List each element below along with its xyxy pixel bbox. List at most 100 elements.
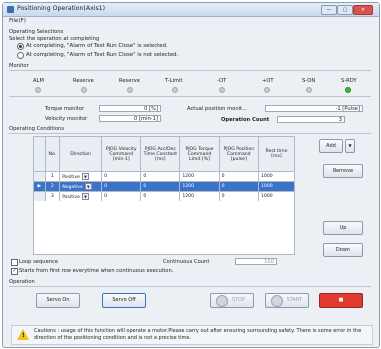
col-torque-header: PJOG Torque Command Limit [%] (179, 136, 220, 172)
signal-tlimit-led (172, 87, 178, 93)
menu-file[interactable]: File(F) (9, 18, 26, 24)
cell-no: 3 (44, 191, 61, 202)
cell-no: 2 (44, 181, 61, 192)
cell-rest[interactable]: 1000 (257, 191, 296, 202)
signal-reserve2-led (127, 87, 133, 93)
minimize-button[interactable]: — (321, 5, 337, 15)
signal-reserve2-label: Reserve (119, 78, 140, 84)
col-rest-header: Rest time [ms] (257, 136, 296, 172)
title-bar: Positioning Operation(Axis1) — ▢ ✕ (3, 3, 379, 17)
table-row[interactable]: ▶ 2 Negative ▼ 0 0 1200 0 1000 (33, 181, 296, 192)
cell-torque[interactable]: 1200 (179, 191, 220, 202)
monitor-divider (9, 70, 371, 71)
cell-rest[interactable]: 1000 (257, 181, 296, 192)
close-button[interactable]: ✕ (353, 5, 373, 15)
table-empty-area (33, 201, 295, 255)
monitor-divider-bottom (9, 96, 371, 97)
cell-rest[interactable]: 1000 (257, 171, 296, 182)
loop-sequence-checkbox[interactable] (11, 259, 18, 266)
direction-value: Negative (62, 185, 83, 190)
cell-position[interactable]: 0 (218, 191, 259, 202)
caution-text: Cautions : usage of this function will o… (34, 328, 362, 341)
down-button[interactable]: Down (323, 243, 363, 257)
cell-velocity[interactable]: 0 (101, 181, 142, 192)
option-alarm-selected-radio[interactable] (17, 43, 24, 50)
operation-count-field: 3 (277, 116, 345, 123)
option-alarm-not-selected-label: At completing, "Alarm of Test Run Close"… (26, 52, 179, 58)
velocity-monitor-field: 0 [min-1] (99, 115, 161, 122)
option-alarm-not-selected-radio[interactable] (17, 52, 24, 59)
table-row[interactable]: 1 Positive ▼ 0 0 1200 0 1000 (33, 171, 296, 182)
continuous-count-field[interactable]: 100 (235, 258, 277, 265)
warning-icon: ! (17, 329, 29, 340)
signal-minus-ot-label: -OT (217, 78, 227, 84)
signal-tlimit-label: T-Limit (165, 78, 183, 84)
cell-position[interactable]: 0 (218, 181, 259, 192)
torque-monitor-label: Torque monitor (45, 106, 85, 112)
cell-torque[interactable]: 1200 (179, 171, 220, 182)
operation-heading: Operation (9, 279, 35, 285)
signal-alm-label: ALM (33, 78, 44, 84)
start-first-row-checkbox[interactable]: ✓ (11, 268, 18, 275)
dropdown-arrow-icon[interactable]: ▼ (84, 183, 92, 190)
signal-plus-ot-led (264, 87, 270, 93)
col-no-header: No. (44, 136, 61, 172)
operating-selections-prompt: Select the operation at completing (9, 36, 100, 42)
remove-button[interactable]: Remove (323, 164, 363, 178)
servo-on-button[interactable]: Servo On (36, 293, 80, 308)
row-marker: ▶ (33, 181, 46, 192)
direction-value: Positive (62, 175, 80, 180)
cell-velocity[interactable]: 0 (101, 171, 142, 182)
operation-count-label: Operation Count (221, 117, 270, 123)
table-row[interactable]: 3 Positive ▼ 0 0 1200 0 1000 (33, 191, 296, 202)
cell-direction[interactable]: Positive ▼ (59, 171, 103, 182)
add-button[interactable]: Add (319, 139, 343, 153)
positioning-operation-window: Positioning Operation(Axis1) — ▢ ✕ File(… (2, 2, 380, 348)
signal-srdy-led (345, 87, 351, 93)
table-header-row: No. Direction PJOG Velocity Command [min… (33, 136, 296, 172)
start-button[interactable]: START (265, 293, 309, 308)
continuous-count-label: Continuous Count (163, 259, 210, 265)
velocity-monitor-label: Velocity monitor (45, 116, 88, 122)
signal-reserve1-label: Reserve (73, 78, 94, 84)
signal-plus-ot-label: +OT (262, 78, 274, 84)
row-marker (33, 171, 46, 182)
cell-accdec[interactable]: 0 (140, 191, 181, 202)
maximize-button[interactable]: ▢ (337, 5, 353, 15)
start-icon (271, 295, 283, 307)
signal-son-label: S-ON (302, 78, 316, 84)
stop-button[interactable]: STOP (210, 293, 254, 308)
operating-conditions-heading: Operating Conditions (9, 126, 65, 132)
emergency-stop-button[interactable]: ■ (319, 293, 363, 308)
dropdown-arrow-icon[interactable]: ▼ (81, 193, 89, 200)
servo-off-button[interactable]: Servo Off (102, 293, 146, 308)
col-accdec-header: PJOG Acc/Dec Time Constant [ms] (140, 136, 181, 172)
stop-icon (216, 295, 228, 307)
signal-srdy-label: S-RDY (341, 78, 357, 84)
conditions-divider (9, 133, 371, 134)
cell-accdec[interactable]: 0 (140, 171, 181, 182)
menu-bar: File(F) (3, 17, 379, 26)
cell-position[interactable]: 0 (218, 171, 259, 182)
cell-direction[interactable]: Positive ▼ (59, 191, 103, 202)
signal-reserve1-led (81, 87, 87, 93)
actual-position-field: -1 [Pulse] (265, 105, 363, 112)
cell-accdec[interactable]: 0 (140, 181, 181, 192)
torque-monitor-field: 0 [%] (99, 105, 161, 112)
monitor-heading: Monitor (9, 63, 29, 69)
window-title: Positioning Operation(Axis1) (17, 5, 106, 12)
col-velocity-header: PJOG Velocity Command [min-1] (101, 136, 142, 172)
add-dropdown-arrow-icon[interactable]: ▼ (345, 139, 355, 153)
app-icon (7, 6, 14, 13)
signal-son-led (306, 87, 312, 93)
loop-sequence-label: Loop sequence (19, 259, 59, 265)
signal-minus-ot-led (219, 87, 225, 93)
col-position-header: PJOG Position Command [pulse] (218, 136, 259, 172)
dropdown-arrow-icon[interactable]: ▼ (81, 173, 89, 180)
up-button[interactable]: Up (323, 221, 363, 235)
row-marker (33, 191, 46, 202)
start-label: START (286, 297, 302, 303)
cell-direction[interactable]: Negative ▼ (59, 181, 103, 192)
cell-velocity[interactable]: 0 (101, 191, 142, 202)
cell-torque[interactable]: 1200 (179, 181, 220, 192)
